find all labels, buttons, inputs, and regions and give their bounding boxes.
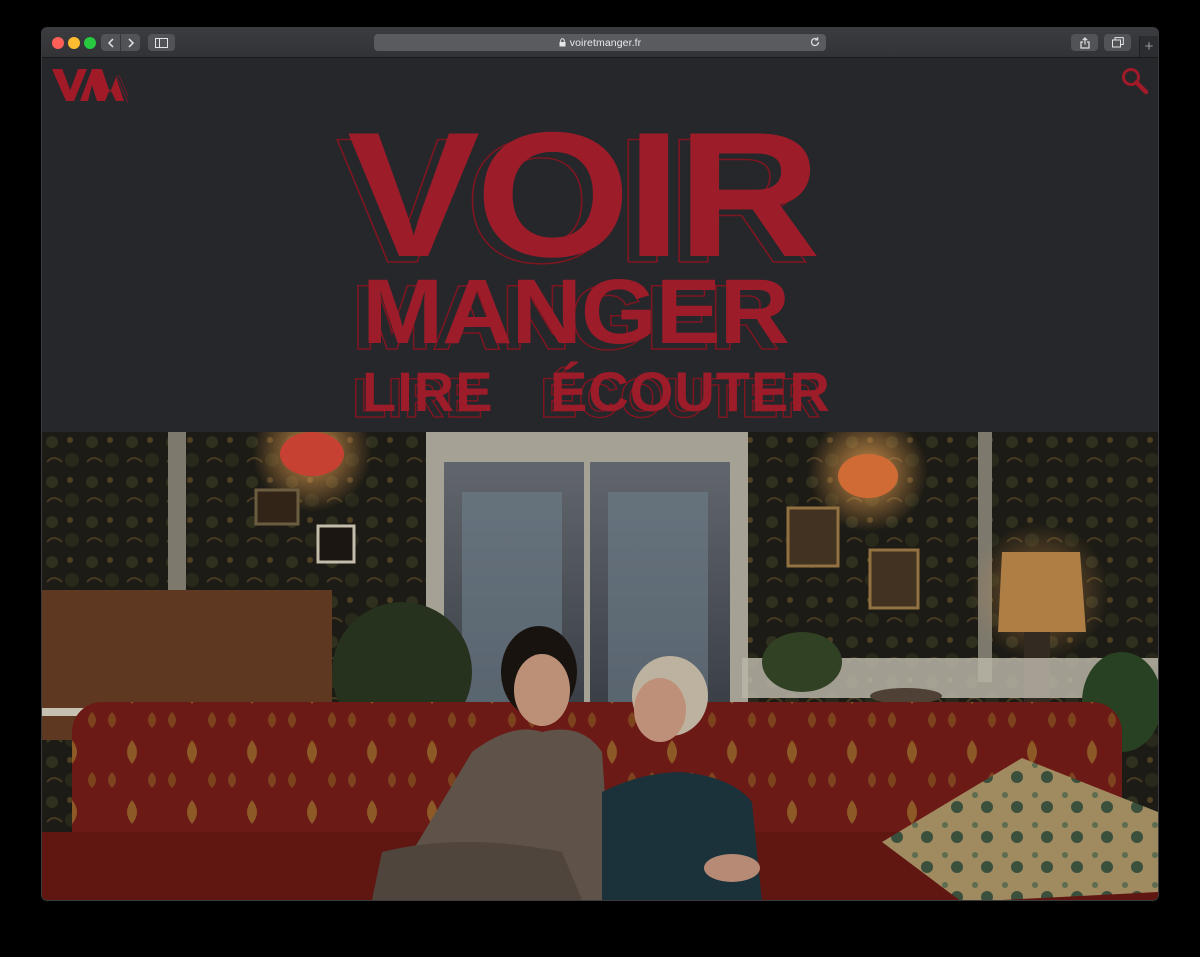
maximize-window-button[interactable] [84,37,96,49]
vm-logo-icon[interactable] [50,65,128,105]
new-tab-button[interactable]: + [1139,36,1158,57]
sidebar-toggle-button[interactable] [148,34,175,51]
hero-logo[interactable]: VOIR VOIR MANGER MANGER LIRE LIRE ÉCOUTE… [335,95,847,427]
forward-button[interactable] [121,34,140,51]
logo-manger-text: MANGER [362,261,790,363]
tabs-icon [1111,37,1124,48]
browser-toolbar: voiretmanger.fr + [42,28,1158,58]
lock-icon [559,38,566,47]
featured-film-still[interactable] [42,432,1158,900]
web-page: VOIR VOIR MANGER MANGER LIRE LIRE ÉCOUTE… [42,58,1158,900]
logo-word-voir: VOIR VOIR [335,95,821,300]
logo-word-manger: MANGER MANGER [351,261,791,369]
minimize-window-button[interactable] [68,37,80,49]
share-button[interactable] [1071,34,1098,51]
reload-icon[interactable] [809,36,821,48]
search-icon[interactable] [1120,66,1150,96]
share-icon [1079,36,1090,49]
logo-word-ecouter: ÉCOUTER ÉCOUTER [539,360,831,429]
browser-window: voiretmanger.fr + VOIR VOIR MANGER MANGE… [42,28,1158,900]
tab-overview-button[interactable] [1104,34,1131,51]
url-text: voiretmanger.fr [569,36,642,49]
logo-ecouter-text: ÉCOUTER [550,360,831,423]
back-button[interactable] [101,34,120,51]
chevron-left-icon [107,37,114,48]
logo-word-lire: LIRE LIRE [351,360,494,429]
address-bar[interactable]: voiretmanger.fr [374,34,826,51]
chevron-right-icon [127,37,134,48]
close-window-button[interactable] [52,37,64,49]
sidebar-icon [155,37,168,48]
logo-lire-text: LIRE [362,360,494,423]
